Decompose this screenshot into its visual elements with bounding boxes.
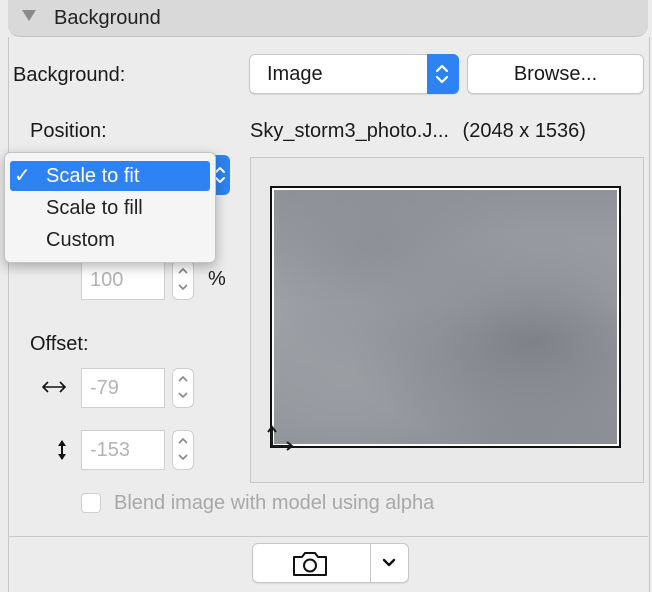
camera-icon[interactable] [291, 550, 329, 578]
image-filename: Sky_storm3_photo.J... [250, 120, 449, 142]
scale-stepper[interactable] [172, 260, 194, 300]
horizontal-arrow-icon [41, 381, 67, 393]
section-title: Background [54, 7, 161, 29]
snapshot-button[interactable] [252, 543, 409, 583]
popup-arrows-icon [427, 54, 459, 94]
menu-item-label: Scale to fit [46, 165, 140, 187]
menu-item-custom[interactable]: Custom [10, 225, 210, 255]
menu-item-label: Scale to fill [46, 197, 143, 219]
background-type-popup[interactable]: Image [249, 54, 459, 94]
disclosure-triangle-icon[interactable] [22, 10, 36, 21]
offset-label: Offset: [30, 333, 89, 355]
blend-checkbox[interactable] [81, 493, 101, 513]
position-menu[interactable]: ✓ Scale to fit Scale to fill Custom [4, 152, 216, 263]
browse-button[interactable]: Browse... [467, 54, 644, 94]
scale-field[interactable]: 100 [81, 260, 165, 300]
background-type-value: Image [267, 63, 323, 85]
offset-y-field[interactable]: -153 [81, 430, 165, 470]
menu-item-scale-to-fit[interactable]: ✓ Scale to fit [10, 161, 210, 191]
image-file-info: Sky_storm3_photo.J... (2048 x 1536) [250, 120, 586, 143]
origin-axes-icon[interactable] [266, 424, 296, 452]
menu-item-label: Custom [46, 229, 115, 251]
offset-x-field[interactable]: -79 [81, 368, 165, 408]
footer-divider [9, 536, 648, 537]
menu-item-scale-to-fill[interactable]: Scale to fill [10, 193, 210, 223]
image-dimensions: (2048 x 1536) [462, 120, 586, 142]
button-separator [370, 544, 371, 582]
offset-y-stepper[interactable] [172, 430, 194, 470]
position-label: Position: [30, 120, 107, 142]
sky-image-thumbnail [274, 190, 617, 444]
checkmark-icon: ✓ [14, 165, 31, 187]
scale-unit-label: % [208, 268, 226, 290]
vertical-arrow-icon [58, 440, 66, 460]
section-header[interactable]: Background [8, 0, 648, 37]
blend-label: Blend image with model using alpha [114, 492, 435, 514]
offset-x-stepper[interactable] [172, 368, 194, 408]
background-label: Background: [13, 64, 126, 86]
chevron-down-icon[interactable] [382, 558, 396, 568]
